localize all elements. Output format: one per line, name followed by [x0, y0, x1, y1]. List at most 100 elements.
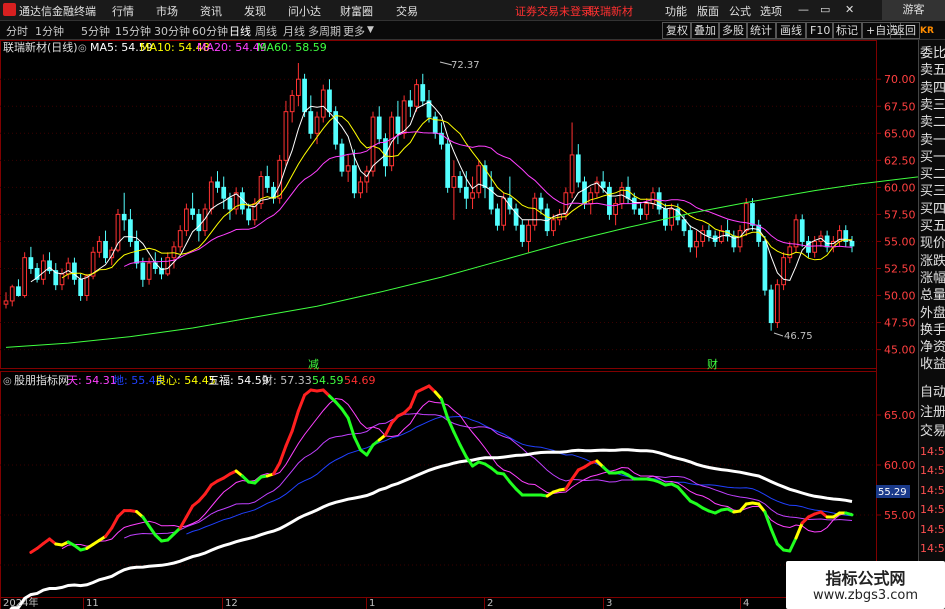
candle [146, 262, 152, 280]
period-daily[interactable]: 日线 [229, 23, 251, 39]
side-field-label[interactable]: 外盘 [920, 304, 945, 323]
side-field-label[interactable]: 涨跌 [920, 252, 945, 271]
menu-item-jiaoyi[interactable]: 交易 [396, 3, 418, 19]
side-field-label[interactable]: 买一 [920, 148, 945, 167]
cai-line-segment [446, 416, 456, 434]
period-60min[interactable]: 60分钟 [192, 23, 228, 39]
overlay-button[interactable]: 叠加 [690, 22, 720, 39]
menu-item-xuanxiang[interactable]: 选项 [760, 3, 782, 19]
stats-button[interactable]: 统计 [746, 22, 776, 39]
price-tick-label: 55.00 [884, 235, 916, 248]
side-field-label[interactable]: 卖一 [920, 131, 945, 150]
f10-button[interactable]: F10 [806, 22, 835, 39]
stock-chart[interactable]: 联瑞新材(日线) ◎ MA5: 54.59 MA10: 54.48 MA20: … [0, 40, 918, 609]
menu-item-wenxiaoda[interactable]: 问小达 [288, 3, 321, 19]
period-1min[interactable]: 1分钟 [35, 23, 64, 39]
cai-line-segment [844, 511, 854, 517]
side-field-label[interactable]: 换手 [920, 321, 945, 340]
candle [314, 116, 320, 134]
guest-button[interactable]: 游客 [882, 0, 945, 20]
side-field-label[interactable]: 买四 [920, 200, 945, 219]
side-field-label[interactable]: 现价 [920, 234, 945, 253]
tick-time: 14:55 [920, 522, 945, 536]
side-field-label[interactable]: 收益 [920, 355, 945, 374]
side-field-label[interactable]: 卖三 [920, 96, 945, 115]
candle [538, 197, 544, 210]
side-field-label[interactable]: 卖四 [920, 79, 945, 98]
legend-toggle-icon[interactable]: ◎ [78, 43, 87, 54]
back-button[interactable]: 返回 [890, 22, 920, 39]
candle [96, 240, 102, 253]
candle [457, 176, 463, 188]
side-action-label[interactable]: 交易 [920, 422, 945, 441]
fuquan-button[interactable]: 复权 [662, 22, 692, 39]
candle [600, 181, 606, 188]
menu-item-hangqing[interactable]: 行情 [112, 3, 134, 19]
period-monthly[interactable]: 月线 [283, 23, 305, 39]
ma10-line [61, 114, 853, 279]
draw-line-button[interactable]: 画线 [776, 22, 806, 39]
side-field-label[interactable]: 涨幅 [920, 269, 945, 288]
more-chevron-icon[interactable]: ▼ [367, 25, 374, 35]
cai-line-segment [296, 393, 307, 413]
sub-legend-toggle-icon[interactable]: ◎ [3, 376, 12, 387]
candle [208, 181, 214, 210]
candle [190, 208, 195, 215]
period-fenshi[interactable]: 分时 [6, 23, 28, 39]
candle [420, 84, 426, 102]
minimize-icon[interactable]: — [798, 3, 809, 16]
side-field-label[interactable]: 卖五 [920, 61, 945, 80]
side-field-label[interactable]: 买二 [920, 165, 945, 184]
event-marker-cai[interactable]: 财 [707, 357, 718, 371]
menu-item-faxian[interactable]: 发现 [244, 3, 266, 19]
period-5min[interactable]: 5分钟 [81, 23, 110, 39]
event-marker-jian[interactable]: 减 [308, 358, 319, 371]
sub-legend-tian: 天: 54.31 [67, 374, 117, 387]
cai-line-segment [570, 468, 580, 481]
candle [650, 192, 656, 205]
candle [582, 181, 587, 205]
menu-item-shichang[interactable]: 市场 [156, 3, 178, 19]
menu-item-gongshi[interactable]: 公式 [729, 3, 751, 19]
restore-icon[interactable]: ▭ [820, 3, 830, 16]
side-field-label[interactable]: 买五 [920, 217, 945, 236]
candle [246, 208, 251, 221]
mark-button[interactable]: 标记 [832, 22, 862, 39]
candle [345, 165, 351, 172]
menu-item-banmian[interactable]: 版面 [697, 3, 719, 19]
current-stock-name[interactable]: 联瑞新材 [589, 3, 633, 19]
price-tick-label: 50.00 [884, 290, 916, 303]
cai-line-segment [284, 429, 294, 448]
side-action-label[interactable]: 自动 [920, 383, 945, 402]
candle [177, 230, 183, 248]
tick-time: 14:55 [920, 503, 945, 516]
candle [40, 260, 46, 280]
candle [215, 181, 220, 188]
candle [283, 111, 289, 161]
period-30min[interactable]: 30分钟 [154, 23, 190, 39]
candle [401, 100, 407, 134]
multi-stock-button[interactable]: 多股 [718, 22, 748, 39]
period-15min[interactable]: 15分钟 [115, 23, 151, 39]
candle [103, 240, 108, 259]
menu-item-gongneng[interactable]: 功能 [665, 3, 687, 19]
side-field-label[interactable]: 买三 [920, 182, 945, 201]
side-field-label[interactable]: 委比 [920, 44, 945, 63]
side-action-label[interactable]: 注册 [920, 403, 945, 422]
side-field-label[interactable]: 总量 [920, 286, 945, 305]
period-multi[interactable]: 多周期 [308, 23, 341, 39]
menu-item-zixun[interactable]: 资讯 [200, 3, 222, 19]
candle [134, 240, 139, 264]
period-more[interactable]: 更多 [343, 23, 365, 39]
side-field-label[interactable]: 卖二 [920, 113, 945, 132]
candle [774, 284, 780, 324]
candle [302, 78, 307, 113]
period-weekly[interactable]: 周线 [255, 23, 277, 39]
menu-item-caifuquan[interactable]: 财富圈 [340, 3, 373, 19]
cai-line-segment [769, 527, 779, 546]
side-field-label[interactable]: 净资 [920, 338, 945, 357]
candle [463, 186, 469, 199]
trade-login-status[interactable]: 证券交易未登录 [515, 3, 592, 19]
close-icon[interactable]: ✕ [845, 3, 854, 16]
cai-line-segment [278, 444, 288, 465]
